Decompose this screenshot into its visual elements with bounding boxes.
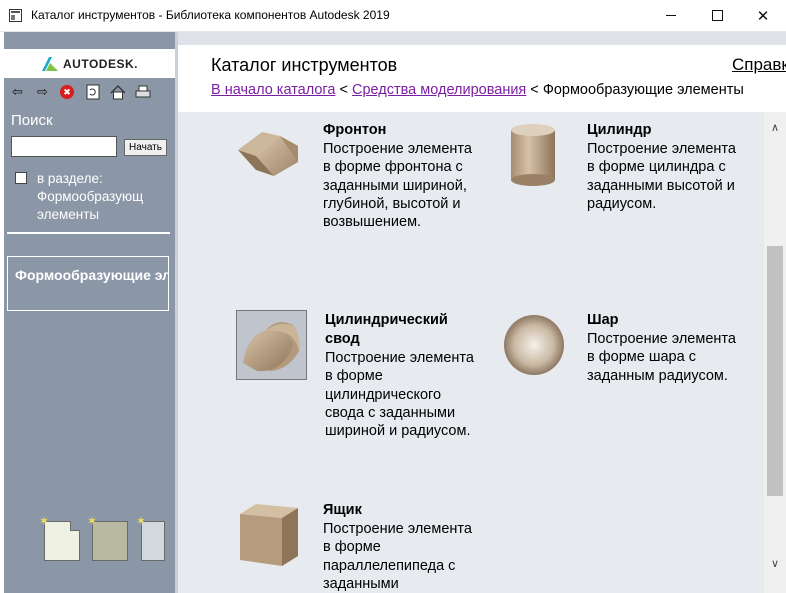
window-titlebar: Каталог инструментов - Библиотека компон… xyxy=(0,0,786,32)
box-shape-icon[interactable] xyxy=(238,502,300,568)
item-desc-cylinder: Построение элемента в форме цилиндра с з… xyxy=(587,141,736,212)
item-title-cylinder[interactable]: Цилиндр xyxy=(587,121,651,140)
item-desc-barrel-vault: Построение элемента в форме цилиндрическ… xyxy=(325,350,474,440)
sparkle-icon: ✶ xyxy=(87,514,98,528)
scroll-down-icon[interactable]: ∨ xyxy=(764,553,786,573)
vertical-scrollbar[interactable]: ∧ ∨ xyxy=(764,112,786,593)
sphere-shape-icon[interactable] xyxy=(503,314,565,376)
scroll-up-icon[interactable]: ∧ xyxy=(764,117,786,137)
breadcrumb-link-home[interactable]: В начало каталога xyxy=(211,82,335,98)
scrollbar-thumb[interactable] xyxy=(767,246,783,496)
barrel-vault-icon xyxy=(243,322,300,372)
content-top-strip xyxy=(178,32,786,45)
maximize-button[interactable] xyxy=(694,0,740,31)
autodesk-logo: AUTODESK. xyxy=(4,49,175,78)
nav-item-form-elements[interactable]: Формообразующие элементы xyxy=(7,256,169,311)
breadcrumb-current: Формообразующие элементы xyxy=(542,82,744,98)
item-title-sphere[interactable]: Шар xyxy=(587,311,619,330)
breadcrumb: В начало каталога < Средства моделирован… xyxy=(211,82,744,98)
minimize-button[interactable] xyxy=(648,0,694,31)
in-section-label: в разделе: Формообразующ элементы xyxy=(37,171,144,222)
minimize-icon xyxy=(666,15,676,16)
sparkle-icon: ✶ xyxy=(39,514,50,528)
sparkle-icon: ✶ xyxy=(136,514,147,528)
refresh-icon[interactable] xyxy=(81,82,104,102)
cylinder-shape-icon[interactable] xyxy=(508,122,558,188)
item-title-gable[interactable]: Фронтон xyxy=(323,121,386,140)
home-icon[interactable] xyxy=(106,82,129,102)
page-title: Каталог инструментов xyxy=(211,55,398,75)
search-start-button[interactable]: Начать xyxy=(124,139,167,156)
breadcrumb-separator: < xyxy=(526,82,543,98)
stop-icon[interactable]: ✖ xyxy=(60,85,74,99)
new-palette-icon[interactable] xyxy=(92,521,128,561)
gable-shape-icon[interactable] xyxy=(236,126,302,182)
forward-arrow-icon[interactable]: ⇨ xyxy=(31,82,54,102)
window-title: Каталог инструментов - Библиотека компон… xyxy=(31,8,390,22)
catalog-content: Каталог инструментов Справка В начало ка… xyxy=(178,32,786,593)
search-label: Поиск xyxy=(11,112,53,129)
app-catalog-icon xyxy=(9,9,22,22)
back-arrow-icon[interactable]: ⇦ xyxy=(6,82,29,102)
close-button[interactable]: ✕ xyxy=(740,0,786,31)
browser-toolbar: ⇦ ⇨ ✖ xyxy=(4,81,175,103)
item-desc-sphere: Построение элемента в форме шара с задан… xyxy=(587,331,736,384)
item-title-barrel-vault[interactable]: Цилиндрический свод xyxy=(325,311,475,349)
sidebar-divider xyxy=(7,232,170,234)
item-title-box[interactable]: Ящик xyxy=(323,501,362,520)
item-desc-gable: Построение элемента в форме фронтона с з… xyxy=(323,141,472,231)
help-link[interactable]: Справка xyxy=(732,55,786,75)
item-desc-box: Построение элемента в форме параллелепип… xyxy=(323,521,472,592)
items-area: Фронтон Построение элемента в форме фрон… xyxy=(178,112,764,593)
maximize-icon xyxy=(711,10,723,21)
close-icon: ✕ xyxy=(756,7,770,25)
sidebar: AUTODESK. ⇦ ⇨ ✖ Поиск Начать в разделе: … xyxy=(4,32,175,593)
autodesk-logo-icon xyxy=(42,56,59,71)
breadcrumb-link-modeling[interactable]: Средства моделирования xyxy=(352,82,526,98)
print-icon[interactable] xyxy=(131,82,154,102)
search-input[interactable] xyxy=(11,136,117,157)
breadcrumb-separator: < xyxy=(335,82,352,98)
in-section-checkbox[interactable] xyxy=(15,172,27,184)
barrel-vault-thumb[interactable] xyxy=(236,310,307,380)
logo-text: AUTODESK. xyxy=(63,56,138,71)
new-catalog-icon[interactable] xyxy=(44,521,80,561)
